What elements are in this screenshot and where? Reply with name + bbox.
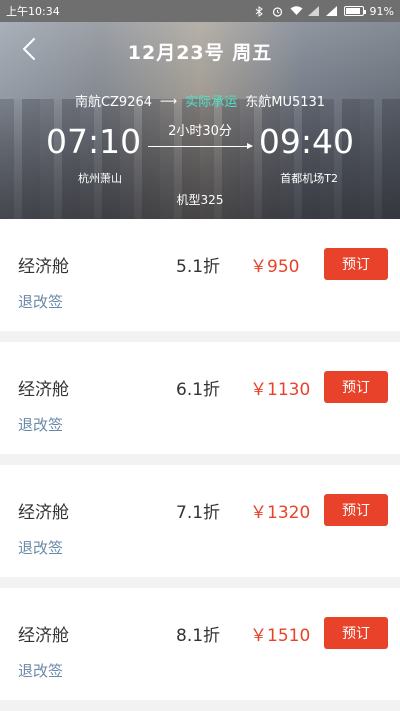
discount: 5.1折 [176,257,221,277]
cabin-row: 经济舱 7.1折 ￥1320 预订 退改签 [0,465,400,577]
aircraft-type: 机型325 [176,193,224,207]
cabin-row: 经济舱 6.1折 ￥1130 预订 退改签 [0,342,400,454]
alarm-icon [272,6,284,17]
status-bar: 上午10:34 91% [0,0,400,22]
book-button[interactable]: 预订 [324,371,388,403]
refund-change-link[interactable]: 退改签 [18,537,63,558]
book-button[interactable]: 预订 [324,617,388,649]
book-button[interactable]: 预订 [324,494,388,526]
status-icons: 91% [254,5,394,18]
flight-duration: 2小时30分 [168,124,232,139]
actual-carrier-label: 实际承运 [185,95,238,110]
marketing-flight: 南航CZ9264 [74,95,153,110]
price: ￥1510 [250,626,311,646]
departure-time: 07:10 [46,122,142,161]
cabin-list: 经济舱 5.1折 ￥950 预订 退改签 经济舱 6.1折 ￥1130 预订 退… [0,219,400,711]
refund-change-link[interactable]: 退改签 [18,660,63,681]
flight-header: 12月23号 周五 南航CZ9264 ⟶ 实际承运 东航MU5131 07:10… [0,22,400,219]
operating-flight: 东航MU5131 [245,95,326,110]
discount: 6.1折 [176,380,221,400]
battery-fill [345,8,361,14]
price: ￥1320 [250,503,311,523]
price: ￥1130 [250,380,311,400]
signal-icon [307,6,320,16]
duration-arrow [148,143,253,149]
refund-change-link[interactable]: 退改签 [18,414,63,435]
cabin-class: 经济舱 [18,257,69,277]
status-time: 上午10:34 [6,5,60,18]
departure-airport: 杭州萧山 [78,172,122,185]
bluetooth-icon [254,6,266,17]
page-title: 12月23号 周五 [127,42,273,64]
cabin-class: 经济舱 [18,503,69,523]
battery-icon [343,6,366,16]
wifi-icon [290,6,303,16]
book-button[interactable]: 预订 [324,248,388,280]
cabin-class: 经济舱 [18,380,69,400]
arrival-airport: 首都机场T2 [280,172,338,185]
carrier-line: 南航CZ9264 ⟶ 实际承运 东航MU5131 [0,91,400,111]
discount: 8.1折 [176,626,221,646]
battery-percent: 91% [369,4,394,18]
discount: 7.1折 [176,503,221,523]
price: ￥950 [250,257,300,277]
cabin-class: 经济舱 [18,626,69,646]
arrow-icon: ⟶ [160,93,178,108]
cabin-row: 经济舱 5.1折 ￥950 预订 退改签 [0,219,400,331]
arrival-time: 09:40 [258,122,354,161]
cabin-row: 经济舱 8.1折 ￥1510 预订 退改签 [0,588,400,700]
signal-icon [325,6,338,16]
refund-change-link[interactable]: 退改签 [18,291,63,312]
